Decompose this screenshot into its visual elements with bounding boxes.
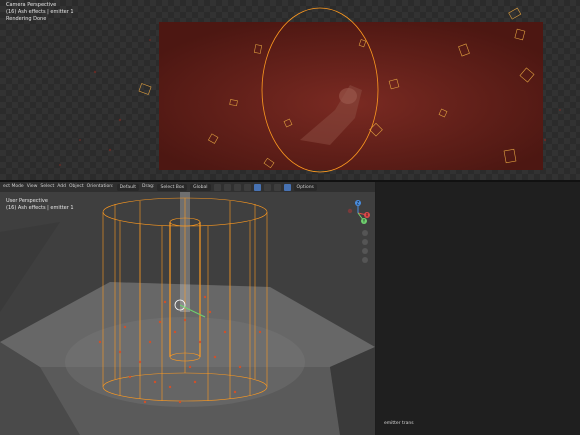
mode-select[interactable]: ect Mode — [3, 182, 24, 192]
proportional-edit-icon[interactable] — [233, 183, 241, 191]
viewport-header: ect Mode View Select Add Object Orientat… — [0, 182, 375, 192]
nav-buttons — [362, 230, 368, 266]
perspective-grid-icon[interactable] — [362, 257, 368, 263]
render-preview — [59, 7, 561, 173]
transform-orientation[interactable]: Global — [190, 183, 211, 191]
menu-object[interactable]: Object — [69, 182, 84, 192]
scene-canvas — [0, 192, 375, 435]
gizmo-neg-x-icon[interactable] — [347, 208, 353, 214]
menu-select[interactable]: Select — [40, 182, 54, 192]
gizmo-z-label: Z — [357, 201, 360, 206]
camera-view[interactable]: Camera Perspective (16) Ash effects | em… — [0, 0, 580, 180]
shading-solid-icon[interactable] — [283, 183, 291, 191]
visibility-icon[interactable] — [243, 183, 251, 191]
camera-view-icon[interactable] — [362, 248, 368, 254]
drag-select[interactable]: Select Box — [157, 183, 188, 191]
orientation-label: Orientation: — [86, 184, 114, 189]
overlay-icon[interactable] — [253, 183, 261, 191]
options-menu[interactable]: Options — [293, 183, 317, 191]
drag-label: Drag: — [142, 184, 155, 189]
navigation-gizmo[interactable]: X Y Z — [345, 200, 371, 226]
gizmo-y-label: Y — [362, 219, 366, 224]
panel-footer-label: emitter trans — [384, 421, 414, 426]
figure-head — [339, 88, 357, 104]
menu-add[interactable]: Add — [57, 182, 66, 192]
menu-view[interactable]: View — [27, 182, 38, 192]
snap-icon[interactable] — [223, 183, 231, 191]
shading-wire-icon[interactable] — [273, 183, 281, 191]
ground-plane — [0, 222, 60, 312]
xray-icon[interactable] — [263, 183, 271, 191]
pivot-icon[interactable] — [213, 183, 221, 191]
shader-editor-panel[interactable]: emitter trans — [376, 182, 580, 435]
orientation-select[interactable]: Default — [116, 183, 140, 191]
3d-viewport[interactable]: User Perspective (16) Ash effects | emit… — [0, 192, 375, 435]
gizmo-x-label: X — [366, 213, 369, 218]
zoom-icon[interactable] — [362, 230, 368, 236]
pan-hand-icon[interactable] — [362, 239, 368, 245]
